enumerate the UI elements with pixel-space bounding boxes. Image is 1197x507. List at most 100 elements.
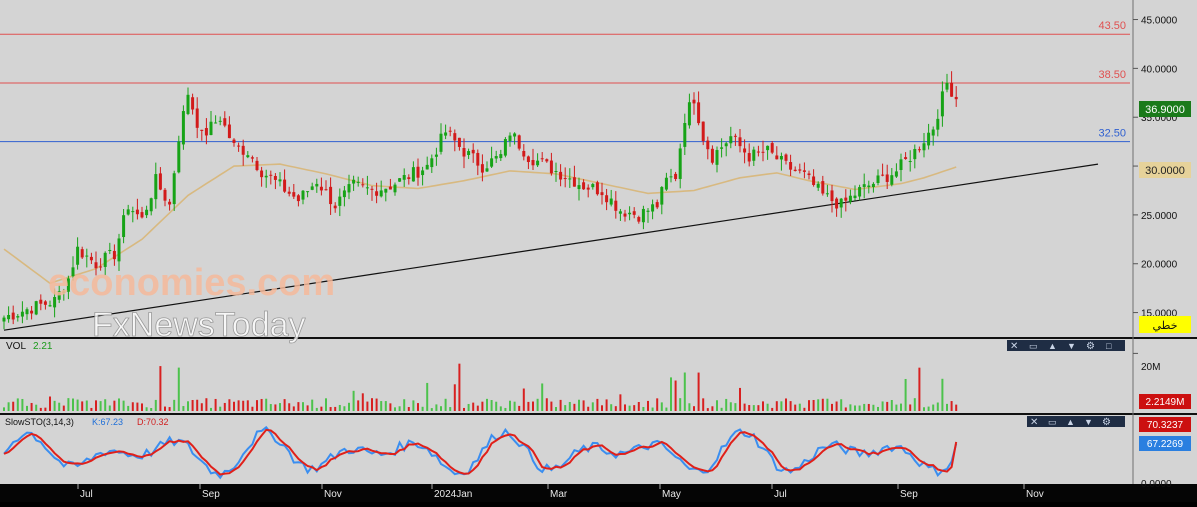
volume-bar	[458, 363, 461, 411]
stochastic-panel[interactable]	[0, 415, 1133, 484]
volume-bar	[890, 400, 893, 411]
candle-body	[591, 184, 595, 188]
volume-bar	[76, 399, 79, 411]
volume-down-icon[interactable]: ▼	[1067, 341, 1076, 351]
volume-bar	[297, 402, 300, 411]
arabic-tag-badge[interactable]: خطي	[1139, 316, 1191, 333]
volume-bar	[831, 403, 833, 411]
stochastic-close-icon[interactable]: ✕	[1030, 417, 1038, 428]
stochastic-panel-toolbar: ✕ ▭ ▲ ▼ ⚙	[1027, 416, 1125, 428]
candle-body	[444, 132, 448, 136]
volume-bar	[449, 407, 452, 411]
candle-body	[867, 185, 871, 188]
volume-bar	[118, 398, 120, 411]
stochastic-settings-icon[interactable]: ⚙	[1102, 417, 1111, 428]
volume-bar	[26, 405, 28, 411]
candle-body	[39, 299, 43, 304]
volume-bar	[716, 400, 718, 411]
volume-bar	[177, 367, 180, 411]
candle-body	[816, 183, 820, 188]
price-axis-tick-label: 20.0000	[1141, 260, 1178, 271]
candle-body	[2, 317, 6, 322]
time-axis-label: 2024Jan	[434, 489, 472, 500]
volume-up-icon[interactable]: ▲	[1048, 341, 1057, 351]
volume-bar	[394, 407, 396, 411]
candle-body	[108, 249, 112, 251]
volume-bar	[306, 405, 309, 411]
candle-body	[697, 102, 701, 124]
candle-body	[168, 201, 172, 205]
volume-bar	[504, 407, 507, 411]
volume-bar	[371, 398, 373, 411]
volume-bar	[904, 378, 907, 411]
volume-bar	[568, 401, 571, 411]
candle-body	[789, 162, 793, 170]
volume-bar	[12, 401, 15, 411]
time-axis-label: Jul	[774, 489, 787, 500]
volume-settings-icon[interactable]: ⚙	[1086, 341, 1095, 352]
volume-bar	[191, 400, 194, 411]
volume-bar	[279, 403, 281, 411]
volume-bar	[688, 403, 691, 411]
candle-body	[885, 174, 889, 182]
volume-bar	[936, 402, 939, 411]
candle-body	[361, 184, 365, 186]
candle-body	[623, 213, 627, 217]
candle-body	[20, 311, 24, 317]
volume-bar	[334, 406, 337, 411]
volume-maximize-icon[interactable]: □	[1106, 341, 1112, 351]
volume-bar	[490, 400, 493, 411]
candle-body	[402, 175, 406, 180]
candle-body	[508, 135, 512, 141]
volume-bar	[821, 398, 824, 411]
volume-bar	[775, 401, 778, 411]
volume-window-icon[interactable]: ▭	[1029, 341, 1038, 351]
candle-body	[605, 195, 609, 203]
volume-bar	[881, 401, 884, 411]
volume-panel[interactable]	[0, 339, 1133, 413]
candle-body	[743, 148, 747, 153]
candle-body	[756, 151, 760, 153]
candle-body	[255, 160, 259, 171]
volume-bar	[274, 404, 277, 411]
candle-body	[379, 190, 383, 197]
volume-bar	[187, 401, 189, 411]
candle-body	[195, 108, 199, 128]
volume-bar	[58, 402, 61, 411]
candle-body	[812, 176, 816, 185]
volume-bar	[555, 407, 557, 411]
stochastic-up-icon[interactable]: ▲	[1066, 417, 1075, 427]
volume-close-icon[interactable]: ✕	[1010, 341, 1018, 352]
candle-body	[342, 190, 346, 198]
volume-bar	[637, 402, 640, 411]
volume-bar	[53, 400, 56, 411]
stochastic-k-label: K:67.23	[92, 417, 123, 427]
candle-body	[163, 189, 167, 201]
chart-canvas[interactable]: 43.5038.5032.50 15.000020.000025.000030.…	[0, 0, 1197, 502]
stochastic-down-icon[interactable]: ▼	[1084, 417, 1093, 427]
volume-bar	[605, 399, 608, 411]
candle-body	[766, 145, 770, 151]
candle-body	[158, 173, 162, 190]
candle-body	[950, 82, 954, 97]
candle-body	[784, 154, 788, 161]
volume-bar	[467, 403, 470, 411]
volume-bar	[421, 406, 424, 411]
volume-bar	[352, 390, 355, 411]
volume-bar	[913, 398, 916, 411]
volume-bar	[647, 400, 649, 411]
candle-body	[319, 186, 323, 191]
volume-axis-tick: 20M	[1141, 362, 1160, 373]
stochastic-window-icon[interactable]: ▭	[1048, 417, 1057, 427]
volume-bar	[292, 406, 295, 411]
candle-body	[503, 139, 507, 156]
volume-bar	[886, 401, 889, 411]
volume-bar	[946, 403, 948, 411]
candle-body	[940, 91, 944, 117]
volume-panel-toolbar: ✕ ▭ ▲ ▼ ⚙ □	[1007, 340, 1125, 352]
candle-body	[218, 120, 222, 122]
candle-body	[559, 171, 563, 180]
volume-bar	[260, 398, 263, 411]
volume-last-badge: 2.2149M	[1139, 394, 1191, 409]
volume-bar	[863, 403, 866, 411]
